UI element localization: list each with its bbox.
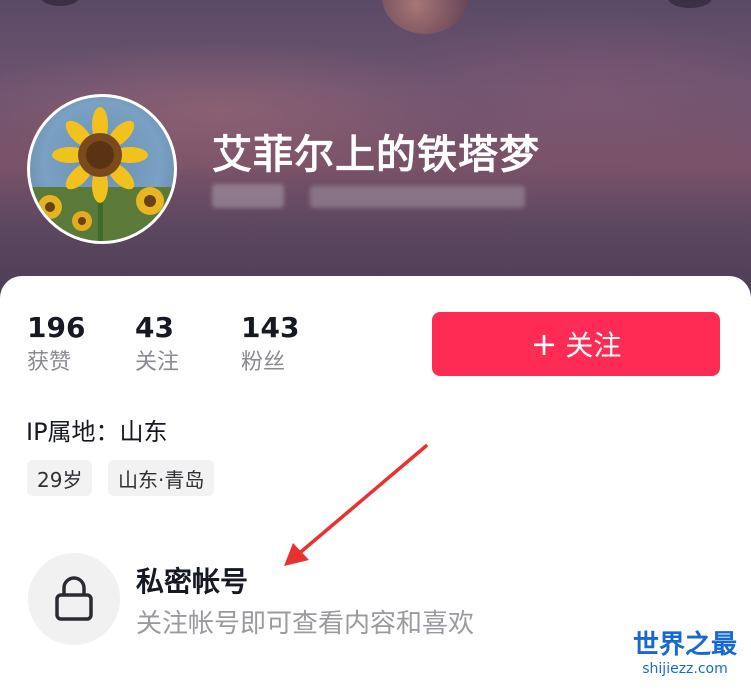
private-account-subtitle: 关注帐号即可查看内容和喜欢 — [136, 609, 475, 639]
private-account-title: 私密帐号 — [136, 565, 249, 598]
watermark-site: shijiezz.com — [642, 661, 728, 677]
watermark-title: 世界之最 — [632, 630, 737, 660]
site-watermark: 世界之最 shijiezz.com — [624, 630, 746, 690]
private-lock-badge — [28, 553, 120, 645]
lock-icon — [55, 576, 93, 621]
